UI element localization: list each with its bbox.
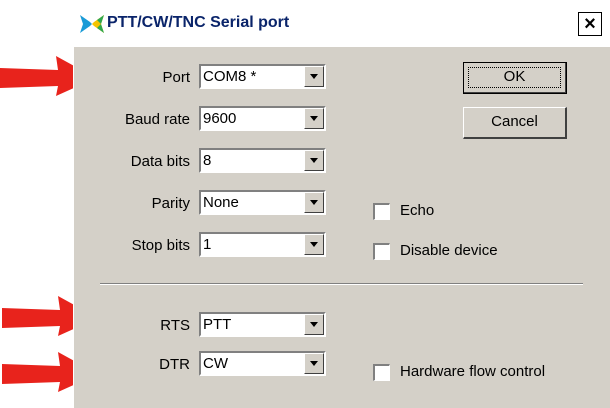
stop-bits-label: Stop bits bbox=[131, 237, 190, 254]
disable-device-checkbox[interactable] bbox=[373, 243, 390, 260]
port-label: Port bbox=[162, 69, 190, 86]
echo-label: Echo bbox=[400, 202, 435, 219]
disable-device-label: Disable device bbox=[400, 242, 498, 259]
ok-button-label: OK bbox=[503, 68, 526, 85]
rts-value: PTT bbox=[203, 316, 232, 333]
dtr-label: DTR bbox=[159, 356, 190, 373]
port-value: COM8 * bbox=[203, 68, 257, 85]
hardware-flow-checkbox[interactable] bbox=[373, 364, 390, 381]
dropdown-arrow-icon[interactable] bbox=[304, 314, 324, 335]
title-bar[interactable]: PTT/CW/TNC Serial port × bbox=[74, 1, 610, 47]
dtr-value: CW bbox=[203, 355, 228, 372]
parity-select[interactable]: None bbox=[199, 190, 326, 215]
echo-checkbox[interactable] bbox=[373, 203, 390, 220]
serial-port-dialog: PTT/CW/TNC Serial port × Port COM8 * Bau… bbox=[73, 0, 610, 408]
baud-rate-select[interactable]: 9600 bbox=[199, 106, 326, 131]
rts-select[interactable]: PTT bbox=[199, 312, 326, 337]
butterfly-icon bbox=[80, 15, 104, 33]
dropdown-arrow-icon[interactable] bbox=[304, 150, 324, 171]
dropdown-arrow-icon[interactable] bbox=[304, 192, 324, 213]
ok-button[interactable]: OK bbox=[463, 62, 567, 94]
cancel-button-label: Cancel bbox=[491, 113, 538, 130]
baud-rate-label: Baud rate bbox=[124, 111, 190, 128]
section-divider bbox=[100, 283, 583, 285]
dropdown-arrow-icon[interactable] bbox=[304, 353, 324, 374]
close-icon[interactable]: × bbox=[578, 12, 602, 36]
port-select[interactable]: COM8 * bbox=[199, 64, 326, 89]
stop-bits-select[interactable]: 1 bbox=[199, 232, 326, 257]
hardware-flow-label: Hardware flow control bbox=[400, 363, 546, 380]
cancel-button[interactable]: Cancel bbox=[463, 107, 567, 139]
data-bits-label: Data bits bbox=[130, 153, 190, 170]
data-bits-value: 8 bbox=[203, 152, 212, 169]
dtr-select[interactable]: CW bbox=[199, 351, 326, 376]
parity-label: Parity bbox=[151, 195, 190, 212]
parity-value: None bbox=[203, 194, 239, 211]
window-title: PTT/CW/TNC Serial port bbox=[107, 14, 290, 31]
dropdown-arrow-icon[interactable] bbox=[304, 234, 324, 255]
dropdown-arrow-icon[interactable] bbox=[304, 66, 324, 87]
stop-bits-value: 1 bbox=[203, 236, 212, 253]
rts-label: RTS bbox=[160, 317, 190, 334]
baud-rate-value: 9600 bbox=[203, 110, 237, 127]
dropdown-arrow-icon[interactable] bbox=[304, 108, 324, 129]
data-bits-select[interactable]: 8 bbox=[199, 148, 326, 173]
